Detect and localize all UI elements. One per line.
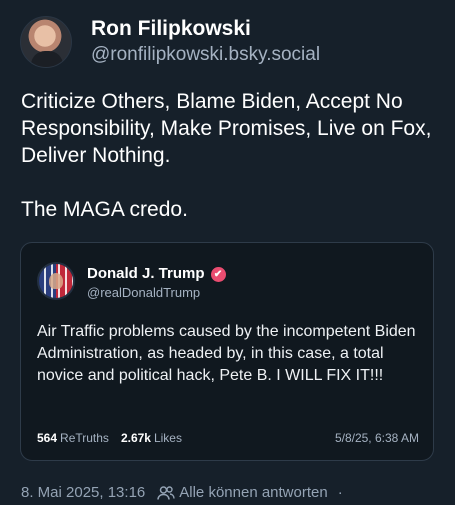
quoted-post-stats: 564 ReTruths 2.67k Likes xyxy=(37,431,182,445)
post-text: Criticize Others, Blame Biden, Accept No… xyxy=(21,88,441,223)
quoted-author-avatar[interactable] xyxy=(37,262,75,300)
post-meta: 8. Mai 2025, 13:16 Alle können antworten… xyxy=(21,484,343,501)
retruths-count: 564 xyxy=(37,431,58,445)
quoted-author-name[interactable]: Donald J. Trump xyxy=(87,265,205,283)
post-text-paragraph: The MAGA credo. xyxy=(21,198,188,221)
author-display-name[interactable]: Ron Filipkowski xyxy=(91,16,320,42)
likes-count: 2.67k xyxy=(120,431,151,445)
post-text-paragraph: Criticize Others, Blame Biden, Accept No… xyxy=(21,90,432,167)
author-handle[interactable]: @ronfilipkowski.bsky.social xyxy=(91,42,320,68)
check-badge-icon: ✔ xyxy=(210,266,226,282)
post-author[interactable]: Ron Filipkowski @ronfilipkowski.bsky.soc… xyxy=(20,16,320,68)
quoted-author-info[interactable]: Donald J. Trump ✔ @realDonaldTrump xyxy=(87,265,226,302)
author-info[interactable]: Ron Filipkowski @ronfilipkowski.bsky.soc… xyxy=(91,16,320,68)
quoted-post-date: 5/8/25, 6:38 AM xyxy=(334,431,419,445)
likes-stat[interactable]: 2.67k Likes xyxy=(121,431,182,445)
meta-separator: · xyxy=(337,484,343,501)
people-icon xyxy=(157,485,175,501)
post: Ron Filipkowski @ronfilipkowski.bsky.soc… xyxy=(0,0,455,505)
likes-label: Likes xyxy=(153,431,182,445)
quoted-post-text: Air Traffic problems caused by the incom… xyxy=(37,323,416,384)
reply-audience[interactable]: Alle können antworten xyxy=(179,484,327,501)
quoted-author-handle[interactable]: @realDonaldTrump xyxy=(87,284,226,302)
avatar[interactable] xyxy=(20,16,72,68)
post-timestamp[interactable]: 8. Mai 2025, 13:16 xyxy=(21,484,145,501)
retruths-stat[interactable]: 564 ReTruths xyxy=(37,431,109,445)
retruths-label: ReTruths xyxy=(60,431,109,445)
quoted-post-card[interactable]: Donald J. Trump ✔ @realDonaldTrump Air T… xyxy=(20,242,434,461)
